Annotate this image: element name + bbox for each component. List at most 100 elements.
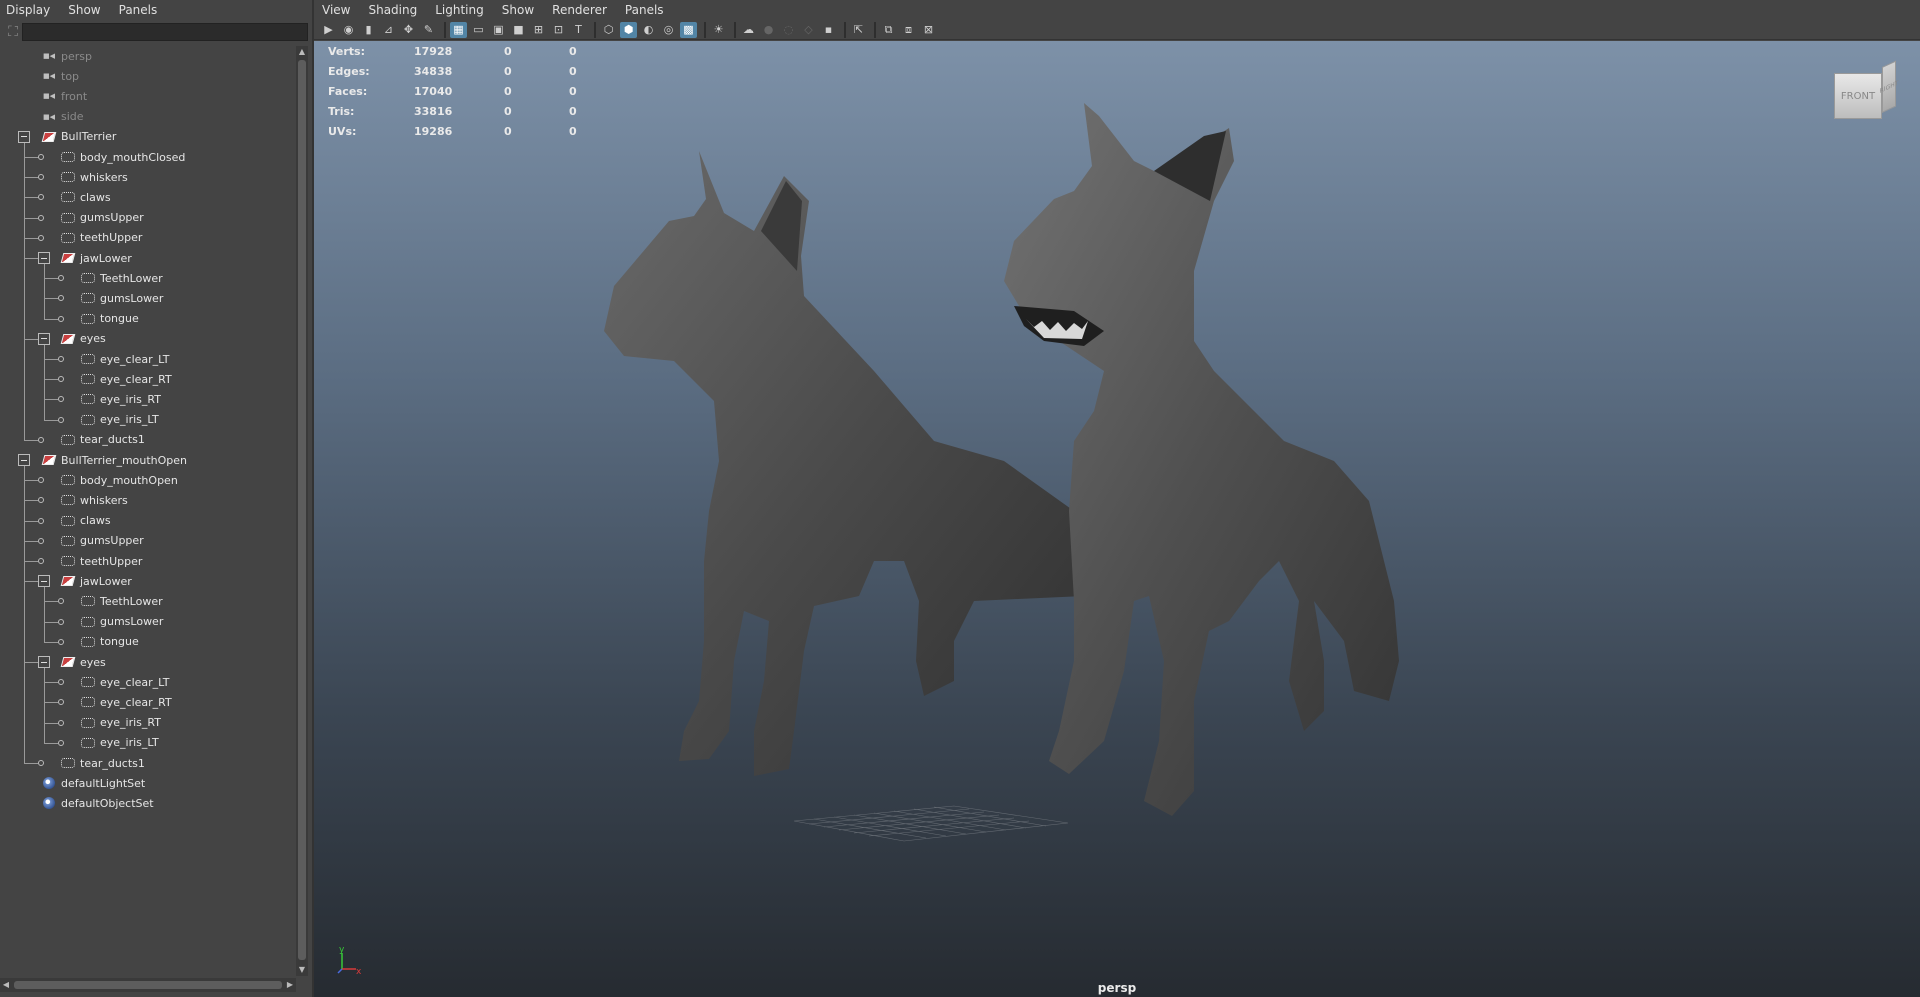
toolbar-separator: [594, 21, 596, 38]
search-options-icon[interactable]: ⛶: [4, 23, 22, 41]
viewport-menu-panels[interactable]: Panels: [625, 3, 664, 17]
collapse-toggle-icon[interactable]: [18, 454, 30, 466]
grease-pencil-icon[interactable]: ✎: [420, 22, 437, 38]
scroll-left-arrow-icon[interactable]: ◀: [0, 978, 12, 992]
select-camera-icon[interactable]: ▶: [320, 22, 337, 38]
outliner-node-tear-ducts1[interactable]: tear_ducts1: [0, 753, 296, 773]
outliner-node-defaultlightset[interactable]: defaultLightSet: [0, 773, 296, 793]
view-cube-right-face[interactable]: RIGHT: [1880, 60, 1898, 113]
mesh-icon: [81, 676, 95, 688]
scrollbar-thumb[interactable]: [14, 981, 282, 989]
xray-joints-icon[interactable]: ⧉: [880, 22, 897, 38]
scroll-right-arrow-icon[interactable]: ▶: [284, 978, 296, 992]
outliner-menu-display[interactable]: Display: [6, 3, 50, 17]
camera-attributes-icon[interactable]: ◉: [340, 22, 357, 38]
visibility-dot-icon[interactable]: [58, 638, 64, 645]
motion-blur-icon[interactable]: ◌: [780, 22, 797, 38]
safe-title-icon[interactable]: T: [570, 22, 587, 38]
visibility-dot-icon[interactable]: [58, 739, 64, 746]
outliner-menu-show[interactable]: Show: [68, 3, 100, 17]
collapse-toggle-icon[interactable]: [38, 575, 50, 588]
view-cube-front-face[interactable]: FRONT: [1834, 73, 1882, 119]
outliner-node-teethupper[interactable]: teethUpper: [0, 228, 296, 248]
tree-connector: [44, 399, 58, 401]
visibility-dot-icon[interactable]: [58, 618, 64, 625]
smooth-shade-icon[interactable]: ⬢: [620, 21, 637, 38]
outliner-node-claws[interactable]: claws: [0, 187, 296, 207]
depth-of-field-icon[interactable]: ▪: [820, 22, 837, 38]
bull-terrier-mouth-open-model: [1004, 103, 1399, 816]
outliner-node-bullterrier-mouthopen[interactable]: BullTerrier_mouthOpen: [0, 450, 296, 470]
collapse-toggle-icon[interactable]: [38, 252, 50, 264]
viewport-menu-show[interactable]: Show: [502, 3, 534, 17]
2d-pan-zoom-icon[interactable]: ✥: [400, 22, 417, 38]
outliner-horizontal-scrollbar[interactable]: ◀ ▶: [0, 978, 296, 992]
scrollbar-thumb[interactable]: [298, 60, 306, 960]
xray-icon[interactable]: ◎: [660, 22, 677, 38]
visibility-dot-icon[interactable]: [58, 719, 64, 726]
visibility-dot-icon[interactable]: [38, 558, 44, 564]
outliner-node-body-mouthopen[interactable]: body_mouthOpen: [0, 470, 296, 490]
outliner-node-gumsupper[interactable]: gumsUpper: [0, 208, 296, 228]
visibility-dot-icon[interactable]: [58, 315, 64, 322]
visibility-dot-icon[interactable]: [58, 416, 64, 423]
visibility-dot-icon[interactable]: [38, 537, 44, 544]
viewport-menu-renderer[interactable]: Renderer: [552, 3, 607, 17]
visibility-dot-icon[interactable]: [38, 214, 44, 221]
viewport-menu-lighting[interactable]: Lighting: [435, 3, 484, 17]
outliner-node-label: eye_iris_LT: [100, 736, 159, 750]
visibility-dot-icon[interactable]: [38, 234, 44, 241]
view-cube[interactable]: FRONT RIGHT: [1834, 60, 1898, 121]
visibility-dot-icon[interactable]: [58, 356, 64, 362]
xray-active-icon[interactable]: ⧈: [900, 22, 917, 38]
outliner-node-front[interactable]: ■◀ front: [0, 86, 296, 106]
outliner-node-label: eyes: [80, 655, 106, 669]
wireframe-on-shaded-icon[interactable]: ◐: [640, 22, 657, 38]
grid-icon[interactable]: ▦: [450, 21, 467, 38]
outliner-node-top[interactable]: ■◀ top: [0, 66, 296, 86]
scroll-down-arrow-icon[interactable]: ▼: [296, 964, 308, 976]
screen-space-ao-icon[interactable]: ●: [760, 22, 777, 38]
safe-action-icon[interactable]: ⊡: [550, 22, 567, 38]
textured-icon[interactable]: ▩: [680, 21, 697, 38]
shadows-icon[interactable]: ☁: [740, 22, 757, 38]
outliner-search-input[interactable]: [22, 23, 308, 41]
visibility-dot-icon[interactable]: [38, 154, 44, 160]
collapse-toggle-icon[interactable]: [18, 130, 30, 143]
film-gate-icon[interactable]: ▭: [470, 22, 487, 38]
visibility-dot-icon[interactable]: [38, 436, 44, 443]
outliner-node-side[interactable]: ■◀ side: [0, 107, 296, 127]
outliner-node-bullterrier[interactable]: BullTerrier: [0, 127, 296, 147]
outliner-node-whiskers[interactable]: whiskers: [0, 490, 296, 510]
outliner-node-body-mouthclosed[interactable]: body_mouthClosed: [0, 147, 296, 167]
outliner-search-bar: ⛶: [4, 22, 308, 42]
visibility-dot-icon[interactable]: [38, 517, 44, 524]
outliner-node-tear-ducts1[interactable]: tear_ducts1: [0, 430, 296, 450]
wireframe-icon[interactable]: ⬡: [600, 22, 617, 38]
use-all-lights-icon[interactable]: ☀: [710, 22, 727, 38]
camera-sequencer-icon[interactable]: ⊠: [920, 22, 937, 38]
resolution-gate-icon[interactable]: ▣: [490, 22, 507, 38]
outliner-node-defaultobjectset[interactable]: defaultObjectSet: [0, 793, 296, 813]
multisample-aa-icon[interactable]: ◇: [800, 22, 817, 38]
outliner-menu-panels[interactable]: Panels: [119, 3, 158, 17]
collapse-toggle-icon[interactable]: [38, 656, 50, 668]
outliner-node-teethupper[interactable]: teethUpper: [0, 551, 296, 571]
outliner-vertical-scrollbar[interactable]: ▲ ▼: [296, 46, 308, 976]
outliner-node-persp[interactable]: ■◀ persp: [0, 46, 296, 66]
isolate-select-icon[interactable]: ⇱: [850, 22, 867, 38]
outliner-node-whiskers[interactable]: whiskers: [0, 167, 296, 187]
bookmark-icon[interactable]: ▮: [360, 22, 377, 38]
collapse-toggle-icon[interactable]: [38, 332, 50, 345]
gate-mask-icon[interactable]: ■: [510, 22, 527, 38]
tree-connector: [44, 641, 58, 643]
viewport-menu-shading[interactable]: Shading: [368, 3, 417, 17]
outliner-node-gumsupper[interactable]: gumsUpper: [0, 531, 296, 551]
visibility-dot-icon[interactable]: [38, 760, 44, 766]
scroll-up-arrow-icon[interactable]: ▲: [296, 46, 308, 58]
field-chart-icon[interactable]: ⊞: [530, 22, 547, 38]
image-plane-icon[interactable]: ⊿: [380, 22, 397, 38]
3d-scene-view[interactable]: Verts: 17928 0 0 Edges: 34838 0 0 Faces: 17040 0 0 T…: [314, 41, 1920, 997]
outliner-node-claws[interactable]: claws: [0, 511, 296, 531]
viewport-menu-view[interactable]: View: [322, 3, 350, 17]
